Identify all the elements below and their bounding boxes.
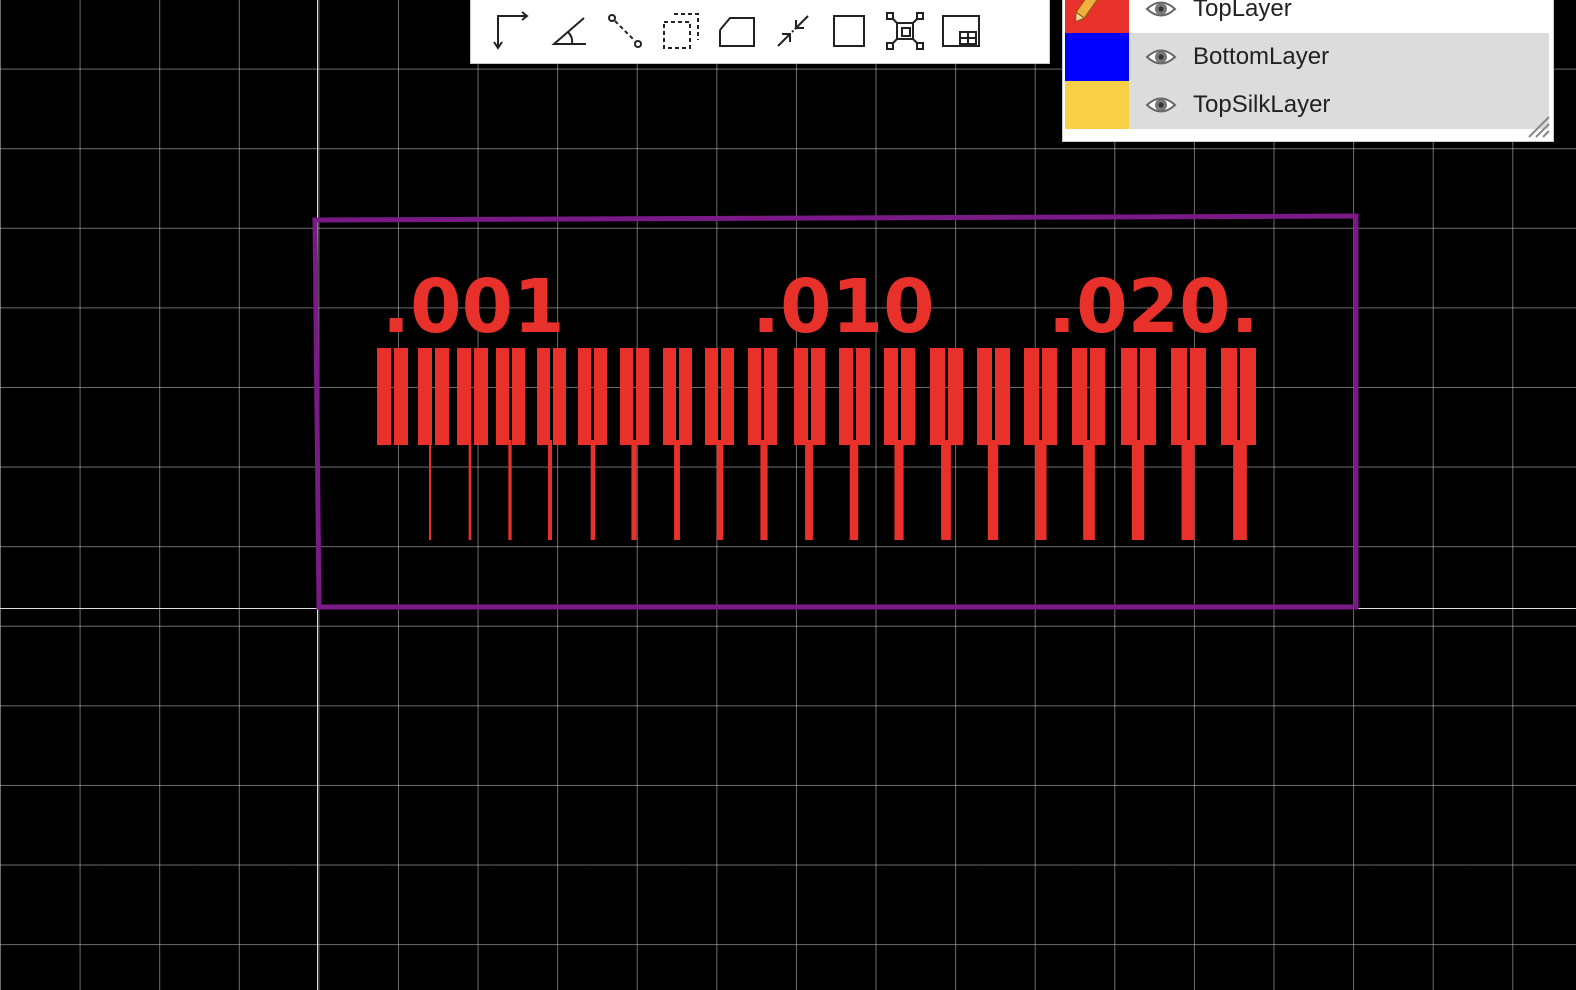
dashed-rect-button[interactable] — [653, 3, 709, 59]
pad-0-0[interactable] — [377, 348, 391, 445]
trace-17[interactable] — [1181, 440, 1195, 540]
pad-16-1[interactable] — [1090, 348, 1105, 445]
pad-9-1[interactable] — [764, 348, 777, 445]
trace-3[interactable] — [548, 440, 552, 540]
angle-dimension-button[interactable] — [541, 3, 597, 59]
resize-handle-icon[interactable] — [1525, 113, 1551, 139]
silk-label-001: .001 — [382, 264, 565, 350]
rectangle-icon — [833, 15, 865, 47]
pad-13-0[interactable] — [930, 348, 945, 445]
shrink-arrows-icon — [777, 15, 809, 47]
pad-15-0[interactable] — [1024, 348, 1039, 445]
pad-group[interactable] — [377, 348, 1256, 445]
pad-13-1[interactable] — [948, 348, 963, 445]
trace-5[interactable] — [631, 440, 637, 540]
pcb-drawing: .001 .010 .020. — [312, 213, 1359, 610]
pad-2-1[interactable] — [474, 348, 488, 445]
dashed-line-icon — [608, 14, 642, 48]
pad-18-1[interactable] — [1190, 348, 1206, 445]
trace-9[interactable] — [805, 440, 813, 540]
trace-7[interactable] — [716, 440, 724, 540]
pad-11-0[interactable] — [839, 348, 853, 445]
pad-17-1[interactable] — [1140, 348, 1156, 445]
pad-15-1[interactable] — [1042, 348, 1057, 445]
trace-1[interactable] — [468, 440, 472, 540]
trace-13[interactable] — [987, 440, 999, 540]
eye-icon[interactable] — [1145, 44, 1177, 70]
polygon-button[interactable] — [709, 3, 765, 59]
layer-name: BottomLayer — [1193, 43, 1330, 70]
trace-18[interactable] — [1233, 440, 1247, 540]
pad-12-1[interactable] — [901, 348, 915, 445]
pad-14-1[interactable] — [995, 348, 1010, 445]
drawing-toolbar — [470, 0, 1050, 64]
pad-14-0[interactable] — [977, 348, 992, 445]
trace-12[interactable] — [941, 440, 951, 540]
pad-6-1[interactable] — [636, 348, 649, 445]
pad-19-0[interactable] — [1221, 348, 1237, 445]
dashed-line-button[interactable] — [597, 3, 653, 59]
trace-6[interactable] — [674, 440, 680, 540]
pad-8-0[interactable] — [705, 348, 718, 445]
pad-4-0[interactable] — [537, 348, 550, 445]
shrink-arrows-button[interactable] — [765, 3, 821, 59]
layer-color-swatch[interactable] — [1065, 81, 1129, 129]
pad-2-0[interactable] — [457, 348, 471, 445]
pad-5-0[interactable] — [578, 348, 591, 445]
pad-4-1[interactable] — [553, 348, 566, 445]
fit-view-icon — [886, 12, 924, 50]
trace-15[interactable] — [1083, 440, 1095, 540]
pad-17-0[interactable] — [1121, 348, 1137, 445]
layer-row-bottomlayer[interactable]: BottomLayer — [1065, 33, 1549, 81]
pad-11-1[interactable] — [856, 348, 870, 445]
layer-color-swatch[interactable] — [1065, 0, 1129, 33]
table-icon — [942, 15, 980, 47]
pencil-icon — [1075, 0, 1100, 23]
layer-color-swatch[interactable] — [1065, 33, 1129, 81]
silk-label-020: .020. — [1048, 264, 1259, 350]
trace-14[interactable] — [1035, 440, 1047, 540]
rectangle-button[interactable] — [821, 3, 877, 59]
trace-8[interactable] — [760, 440, 768, 540]
pad-1-0[interactable] — [418, 348, 432, 445]
pad-1-1[interactable] — [435, 348, 449, 445]
trace-2[interactable] — [508, 440, 512, 540]
layer-row-topsilklayer[interactable]: TopSilkLayer — [1065, 81, 1549, 129]
trace-16[interactable] — [1131, 440, 1145, 540]
pad-6-0[interactable] — [620, 348, 633, 445]
eye-icon[interactable] — [1145, 0, 1177, 22]
pad-7-0[interactable] — [663, 348, 676, 445]
pad-10-0[interactable] — [794, 348, 808, 445]
trace-0[interactable] — [429, 440, 431, 540]
table-button[interactable] — [933, 3, 989, 59]
angle-dimension-icon — [551, 17, 586, 45]
pad-19-1[interactable] — [1240, 348, 1256, 445]
pad-0-1[interactable] — [394, 348, 408, 445]
pad-9-0[interactable] — [748, 348, 761, 445]
route-track-icon — [493, 11, 529, 50]
polygon-icon — [719, 17, 755, 47]
pad-12-0[interactable] — [884, 348, 898, 445]
pad-10-1[interactable] — [811, 348, 825, 445]
layer-name: TopSilkLayer — [1193, 91, 1331, 118]
pad-8-1[interactable] — [721, 348, 734, 445]
layer-panel: TopLayer BottomLayer TopSilkLayer — [1062, 0, 1554, 142]
fit-view-button[interactable] — [877, 3, 933, 59]
pad-3-0[interactable] — [496, 348, 509, 445]
pad-18-0[interactable] — [1171, 348, 1187, 445]
eye-icon[interactable] — [1145, 92, 1177, 118]
pad-7-1[interactable] — [679, 348, 692, 445]
layer-name: TopLayer — [1193, 0, 1292, 22]
trace-group[interactable] — [429, 440, 1247, 540]
trace-4[interactable] — [590, 440, 596, 540]
silk-label-010: .010 — [752, 264, 935, 350]
trace-11[interactable] — [894, 440, 904, 540]
dashed-rect-icon — [663, 13, 699, 49]
pad-16-0[interactable] — [1072, 348, 1087, 445]
layer-row-toplayer[interactable]: TopLayer — [1065, 0, 1549, 33]
trace-10[interactable] — [849, 440, 859, 540]
route-track-button[interactable] — [485, 3, 541, 59]
pad-3-1[interactable] — [512, 348, 525, 445]
pad-5-1[interactable] — [594, 348, 607, 445]
